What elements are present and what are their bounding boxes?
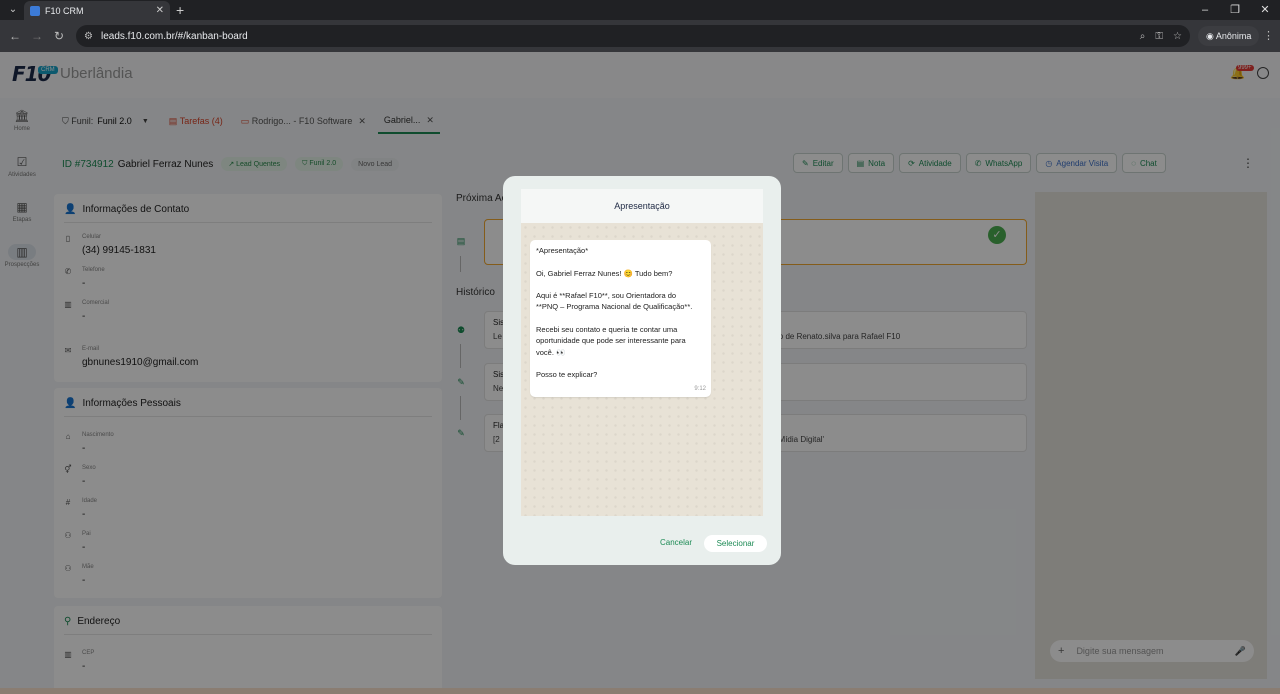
message-line: oportunidade que pode ser interessante p… [536, 336, 686, 346]
bookmark-star-icon[interactable]: ☆ [1173, 31, 1182, 42]
message-line: você. 👀 [536, 347, 566, 357]
template-modal: Apresentação *Apresentação* Oi, Gabriel … [503, 176, 781, 565]
new-tab-icon[interactable]: + [176, 2, 184, 18]
modal-title: Apresentação [521, 189, 763, 223]
message-line: **PNQ – Programa Nacional de Qualificaçã… [536, 302, 693, 312]
message-bubble: *Apresentação* Oi, Gabriel Ferraz Nunes!… [530, 240, 711, 397]
close-tab-icon[interactable]: ✕ [156, 5, 164, 16]
message-line: *Apresentação* [536, 246, 589, 255]
incognito-badge[interactable]: ◉ Anônima [1198, 26, 1260, 46]
zoom-icon[interactable]: ⌕ [1140, 31, 1146, 42]
message-gap [536, 256, 705, 267]
incognito-icon: ◉ [1206, 31, 1214, 41]
browser-menu-icon[interactable]: ⋮ [1263, 29, 1274, 42]
browser-tab[interactable]: F10 CRM ✕ [24, 1, 170, 20]
message-preview: *Apresentação* Oi, Gabriel Ferraz Nunes!… [521, 223, 763, 516]
select-button[interactable]: Selecionar [704, 535, 767, 552]
message-line: Oi, Gabriel Ferraz Nunes! 😊 Tudo bem? [536, 268, 673, 278]
site-info-icon[interactable]: ⚙ [84, 31, 93, 42]
back-icon[interactable]: ← [8, 28, 22, 44]
browser-tabbar: ⌄ F10 CRM ✕ + – ❐ ✕ [0, 0, 1280, 20]
browser-toolbar: ← → ↻ ⚙ leads.f10.com.br/#/kanban-board … [0, 20, 1280, 52]
message-line: Posso te explicar? [536, 370, 598, 380]
restore-icon[interactable]: ❐ [1220, 0, 1250, 20]
close-window-icon[interactable]: ✕ [1250, 0, 1280, 20]
address-bar[interactable]: ⚙ leads.f10.com.br/#/kanban-board ⌕ ⚿ ☆ [76, 25, 1190, 47]
tab-search-icon[interactable]: ⌄ [6, 3, 20, 17]
minimize-icon[interactable]: – [1190, 0, 1220, 20]
message-line: Aqui é **Rafael F10**, sou Orientadora d… [536, 291, 677, 301]
message-gap [536, 313, 705, 324]
message-gap [536, 279, 705, 290]
url-text: leads.f10.com.br/#/kanban-board [100, 30, 248, 42]
cancel-button[interactable]: Cancelar [660, 538, 692, 547]
incognito-label: Anônima [1215, 31, 1252, 41]
forward-icon[interactable]: → [30, 28, 44, 44]
message-line: Recebi seu contato e queria te contar um… [536, 325, 678, 335]
browser-tab-title: F10 CRM [45, 5, 84, 16]
password-key-icon[interactable]: ⚿ [1155, 31, 1163, 42]
message-time: 9:12 [694, 386, 706, 392]
message-gap [536, 358, 705, 369]
reload-icon[interactable]: ↻ [52, 28, 66, 44]
window-controls: – ❐ ✕ [1190, 0, 1280, 20]
favicon-icon [30, 5, 40, 16]
